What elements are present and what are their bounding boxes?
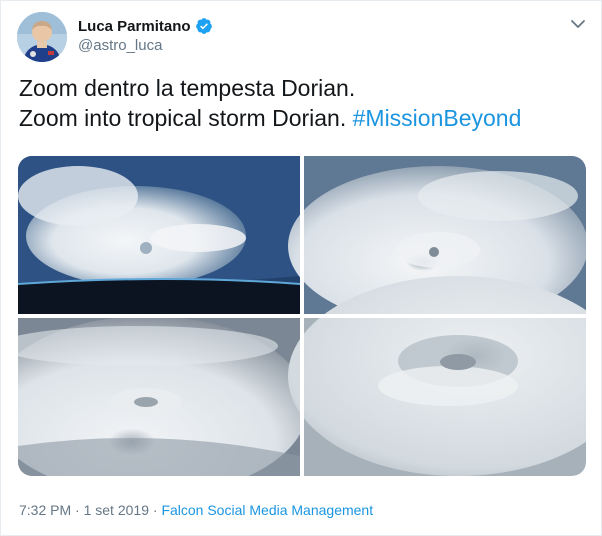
- tweet-text: Zoom dentro la tempesta Dorian. Zoom int…: [19, 73, 589, 133]
- meta-separator: ·: [71, 502, 84, 518]
- tweet-source-link[interactable]: Falcon Social Media Management: [161, 502, 373, 518]
- author-row: Luca Parmitano: [78, 16, 213, 36]
- media-grid: [18, 156, 586, 476]
- avatar[interactable]: [17, 12, 67, 62]
- hashtag-link[interactable]: #MissionBeyond: [353, 105, 522, 131]
- tweet-time[interactable]: 7:32 PM: [19, 502, 71, 518]
- tweet-line-1: Zoom dentro la tempesta Dorian.: [19, 75, 356, 101]
- tweet-card: Luca Parmitano @astro_luca Zoom dentro l…: [0, 0, 602, 536]
- hurricane-photo-1[interactable]: [18, 156, 301, 314]
- meta-separator-2: ·: [148, 502, 162, 518]
- tweet-line-2: Zoom into tropical storm Dorian. #Missio…: [19, 103, 589, 133]
- verified-badge-icon: [195, 18, 212, 34]
- tweet-meta: 7:32 PM · 1 set 2019 · Falcon Social Med…: [19, 502, 373, 518]
- hurricane-photo-3[interactable]: [18, 316, 308, 476]
- tweet-date[interactable]: 1 set 2019: [84, 502, 149, 518]
- tweet-line-2-text: Zoom into tropical storm Dorian.: [19, 105, 353, 131]
- chevron-down-icon[interactable]: [569, 17, 587, 31]
- author-name[interactable]: Luca Parmitano: [78, 18, 191, 35]
- author-handle[interactable]: @astro_luca: [78, 37, 162, 54]
- astronaut-avatar-icon: [17, 12, 67, 62]
